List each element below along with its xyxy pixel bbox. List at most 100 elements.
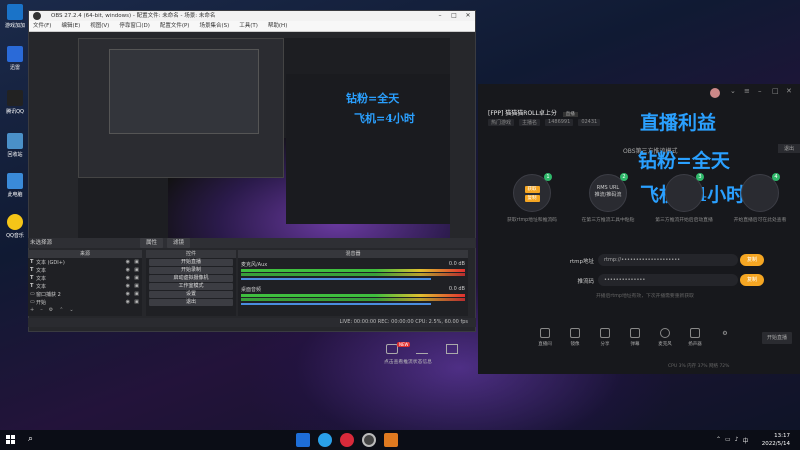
network-icon[interactable] [446,344,458,354]
chevron-down-icon[interactable]: ⌄ [730,87,736,95]
copy-key-button[interactable]: 复制 [740,274,764,286]
mirror-tool[interactable]: 镜像 [564,328,586,354]
share-tool[interactable]: 分享 [594,328,616,354]
menu-help[interactable]: 帮助(H) [268,21,287,31]
track-db: 0.0 dB [448,261,465,267]
copy-rtmp-button[interactable]: 复制 [740,254,764,266]
virtual-camera-button[interactable]: 启动虚拟摄像机 [149,275,233,282]
volume-icon[interactable]: ♪ [735,436,739,445]
source-item[interactable]: ▭ 开始 ◉ ▣ [28,298,142,306]
eye-icon[interactable]: ◉ [126,299,130,305]
menu-profile[interactable]: 配置文件(P) [160,21,190,31]
tray-popup-icons: NEW [378,340,486,354]
edge-icon[interactable] [318,433,332,447]
live-tool-taskbar-icon[interactable] [384,433,398,447]
source-name: 文本 [36,267,47,274]
music-app-icon[interactable] [340,433,354,447]
source-item[interactable]: T 文本 ◉ ▣ [28,274,142,282]
lock-icon[interactable]: ▣ [134,275,139,281]
avatar[interactable] [710,88,720,98]
move-down-icon[interactable]: ⌄ [69,307,73,313]
exit-button[interactable]: 退出 [149,299,233,306]
menu-tools[interactable]: 工具(T) [239,21,258,31]
game-plus-icon [7,4,23,20]
obs-menu-bar: 文件(F) 编辑(E) 视图(V) 停靠窗口(D) 配置文件(P) 场景集合(S… [29,21,475,32]
chevron-up-icon[interactable]: ⌃ [716,436,721,445]
minimize-icon[interactable]: – [758,87,762,95]
network-icon[interactable]: ▭ [725,436,731,445]
copy-chip[interactable]: 复制 [524,195,540,202]
danmaku-tool[interactable]: 弹幕 [624,328,646,354]
obs-taskbar-icon[interactable] [362,433,376,447]
lock-icon[interactable]: ▣ [134,291,139,297]
speaker-tool[interactable]: 扬声器 [684,328,706,354]
obs-title-bar[interactable]: OBS 27.2.4 (64-bit, windows) - 配置文件: 未命名… [29,11,475,21]
close-icon[interactable]: ✕ [786,87,792,95]
room-tool[interactable]: 直播间 [534,328,556,354]
add-icon[interactable]: + [30,307,34,313]
desktop-icon-qq-music[interactable]: QQ音乐 [3,214,27,239]
lock-icon[interactable]: ▣ [134,283,139,289]
eye-icon[interactable]: ◉ [126,291,130,297]
lock-icon[interactable]: ▣ [134,267,139,273]
maximize-icon[interactable]: □ [772,87,779,95]
controls-panel: 控件 开始直播 开始录制 启动虚拟摄像机 工作室模式 设置 退出 [146,250,236,316]
stream-key-field[interactable]: •••••••••••••• [598,274,738,286]
desktop-icon-game-plus[interactable]: 游戏加加 [3,4,27,29]
close-icon[interactable]: ✕ [461,11,475,21]
obs-preview-canvas[interactable]: 钻粉=全天 飞机=4小时 [78,38,450,243]
volume-slider[interactable] [241,278,432,280]
search-icon[interactable]: ⌕ [28,434,33,444]
remove-icon[interactable]: – [40,307,43,313]
tray-notification[interactable]: 点击查看推流状态信息 [378,354,486,365]
desktop-icon-qq[interactable]: 腾讯QQ [3,90,27,115]
step-desc: 第三方推流开始后启动直播 [655,218,713,223]
eye-icon[interactable]: ◉ [126,275,130,281]
eye-icon[interactable]: ◉ [126,283,130,289]
menu-file[interactable]: 文件(F) [33,21,51,31]
desktop-icon-xunlei[interactable]: 迅雷 [3,46,27,71]
lock-icon[interactable]: ▣ [134,299,139,305]
settings-button[interactable]: 设置 [149,291,233,298]
steam-icon[interactable] [296,433,310,447]
signal-icon[interactable] [416,344,428,354]
menu-scene-collection[interactable]: 场景集合(S) [199,21,229,31]
exit-mode-button[interactable]: 退出 [777,144,800,153]
menu-icon[interactable]: ≡ [744,87,750,95]
menu-edit[interactable]: 编辑(E) [61,21,80,31]
source-item[interactable]: T 文本 (GDI+) ◉ ▣ [28,258,142,266]
desktop-icon-this-pc[interactable]: 此电脑 [3,173,27,198]
start-recording-button[interactable]: 开始录制 [149,267,233,274]
volume-slider[interactable] [241,303,432,305]
source-item[interactable]: ▭ 窗口捕获 2 ◉ ▣ [28,290,142,298]
start-live-button[interactable]: 开始直播 [762,332,792,344]
lock-icon[interactable]: ▣ [134,259,139,265]
taskbar-apps [296,433,398,447]
desktop-icon-recycle-bin[interactable]: 回收站 [3,133,27,158]
studio-mode-button[interactable]: 工作室模式 [149,283,233,290]
menu-view[interactable]: 视图(V) [90,21,109,31]
start-streaming-button[interactable]: 开始直播 [149,259,233,266]
preview-nested-obs-inner [109,49,259,134]
minimize-icon[interactable]: – [433,11,447,21]
live-tool-tray-icon[interactable]: NEW [386,342,411,354]
source-item[interactable]: T 文本 ◉ ▣ [28,266,142,274]
taskbar-clock[interactable]: 13:17 2022/5/14 [762,432,790,448]
move-up-icon[interactable]: ⌃ [59,307,63,313]
live-tool-titlebar[interactable]: ⌄ ≡ – □ ✕ [478,84,800,102]
input-method-icon[interactable]: 中 [743,436,749,445]
filters-tab[interactable]: 滤镜 [167,238,191,248]
eye-icon[interactable]: ◉ [126,259,130,265]
microphone-tool[interactable]: 麦克风 [654,328,676,354]
properties-tab[interactable]: 属性 [140,238,164,248]
rtmp-field[interactable]: rtmp://•••••••••••••••••••• [598,254,738,266]
gear-tool[interactable]: ⚙ [714,328,736,354]
menu-docks[interactable]: 停靠窗口(D) [119,21,150,31]
source-item[interactable]: T 文本 ◉ ▣ [28,282,142,290]
windows-start-icon[interactable] [6,435,16,445]
gear-icon[interactable]: ⚙ [49,307,53,313]
room-category[interactable]: 热门游戏 [488,119,515,126]
eye-icon[interactable]: ◉ [126,267,130,273]
get-chip[interactable]: 获取 [524,186,540,193]
maximize-icon[interactable]: □ [447,11,461,21]
